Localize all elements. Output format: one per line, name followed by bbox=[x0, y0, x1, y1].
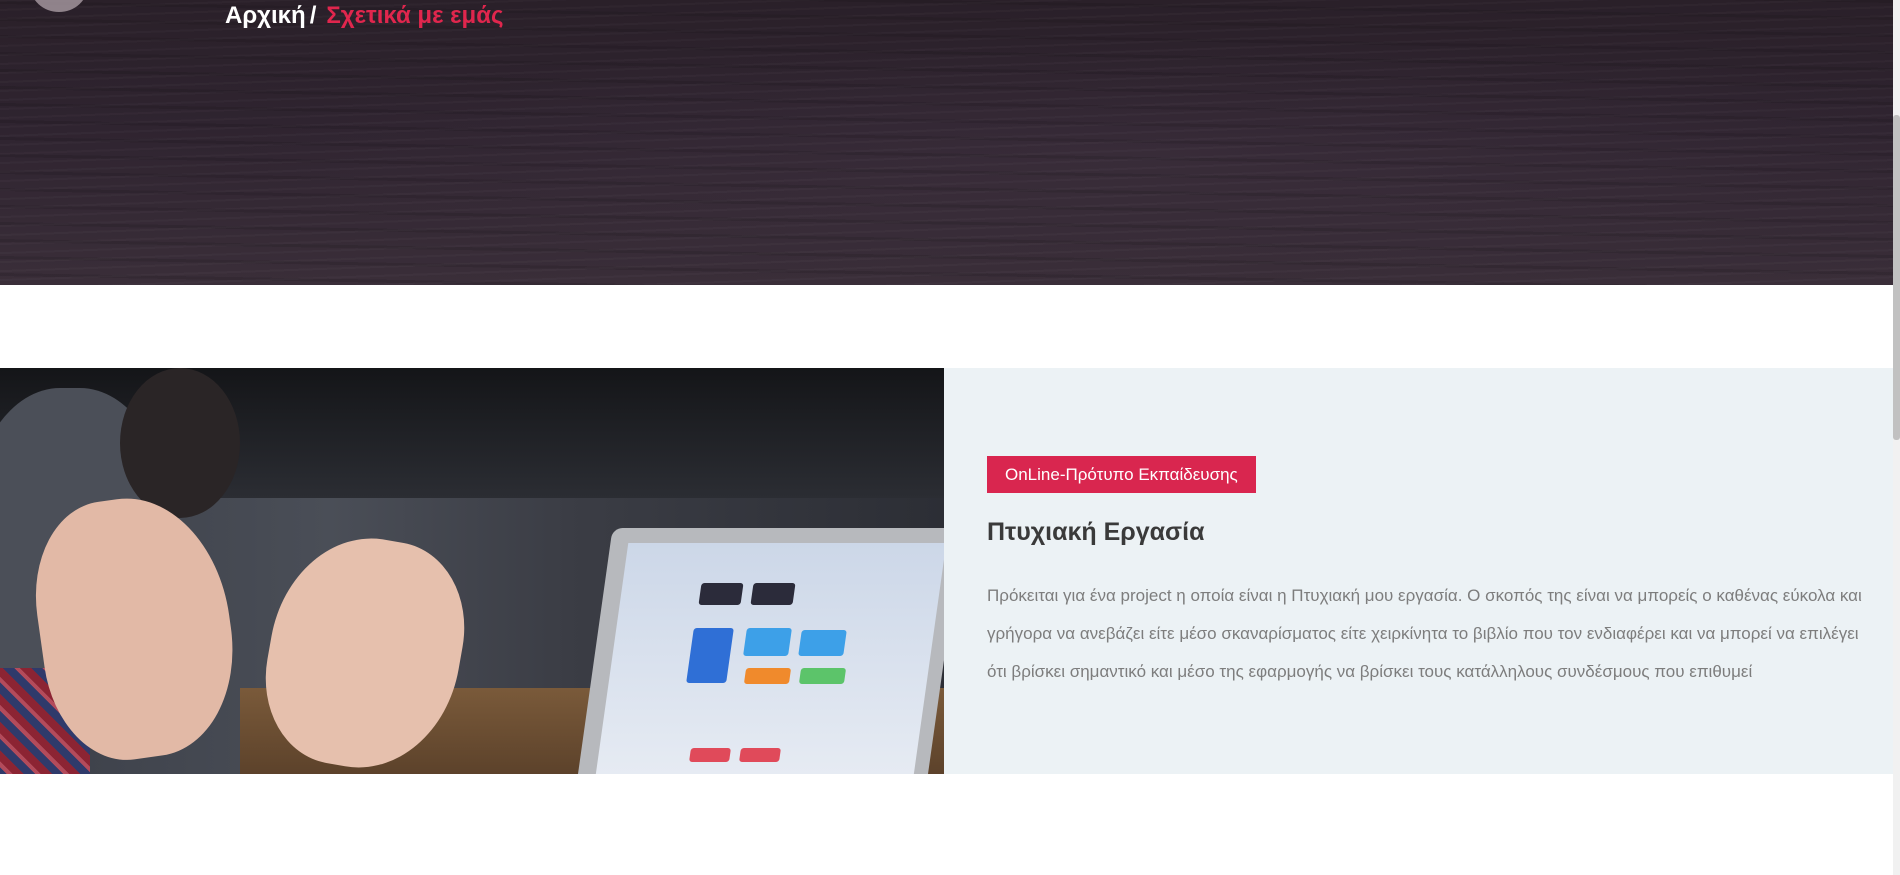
photo-screen-tile bbox=[739, 748, 781, 762]
about-description: Πρόκειται για ένα project η οποία είναι … bbox=[987, 586, 1862, 681]
about-title: Πτυχιακή Εργασία bbox=[987, 518, 1205, 546]
photo-screen-tile bbox=[798, 668, 847, 684]
photo-screen-tile bbox=[750, 583, 796, 605]
breadcrumb: Αρχική / Σχετικά με εμάς bbox=[225, 2, 503, 30]
team-meeting-photo bbox=[0, 368, 944, 774]
about-text-panel: OnLine-Πρότυπο Εκπαίδευσης Πτυχιακή Εργα… bbox=[944, 368, 1893, 774]
photo-screen-tile bbox=[798, 630, 847, 656]
logo-fragment bbox=[30, 0, 88, 12]
photo-screen-tile bbox=[689, 748, 731, 762]
breadcrumb-current-page: Σχετικά με εμάς bbox=[326, 2, 504, 29]
photo-screen-tile bbox=[743, 668, 792, 684]
breadcrumb-separator: / bbox=[309, 2, 317, 29]
category-badge: OnLine-Πρότυπο Εκπαίδευσης bbox=[987, 456, 1256, 493]
breadcrumb-home-link[interactable]: Αρχική bbox=[225, 2, 306, 29]
photo-screen-tile bbox=[743, 628, 792, 656]
page-hero-banner: Αρχική / Σχετικά με εμάς bbox=[0, 0, 1893, 285]
scrollbar[interactable] bbox=[1893, 0, 1900, 875]
photo-person-head bbox=[120, 368, 240, 518]
photo-screen-tile bbox=[686, 628, 734, 683]
photo-laptop-screen bbox=[595, 543, 944, 774]
photo-screen-tile bbox=[698, 583, 744, 605]
scrollbar-thumb[interactable] bbox=[1893, 115, 1900, 440]
about-section: OnLine-Πρότυπο Εκπαίδευσης Πτυχιακή Εργα… bbox=[0, 368, 1893, 774]
